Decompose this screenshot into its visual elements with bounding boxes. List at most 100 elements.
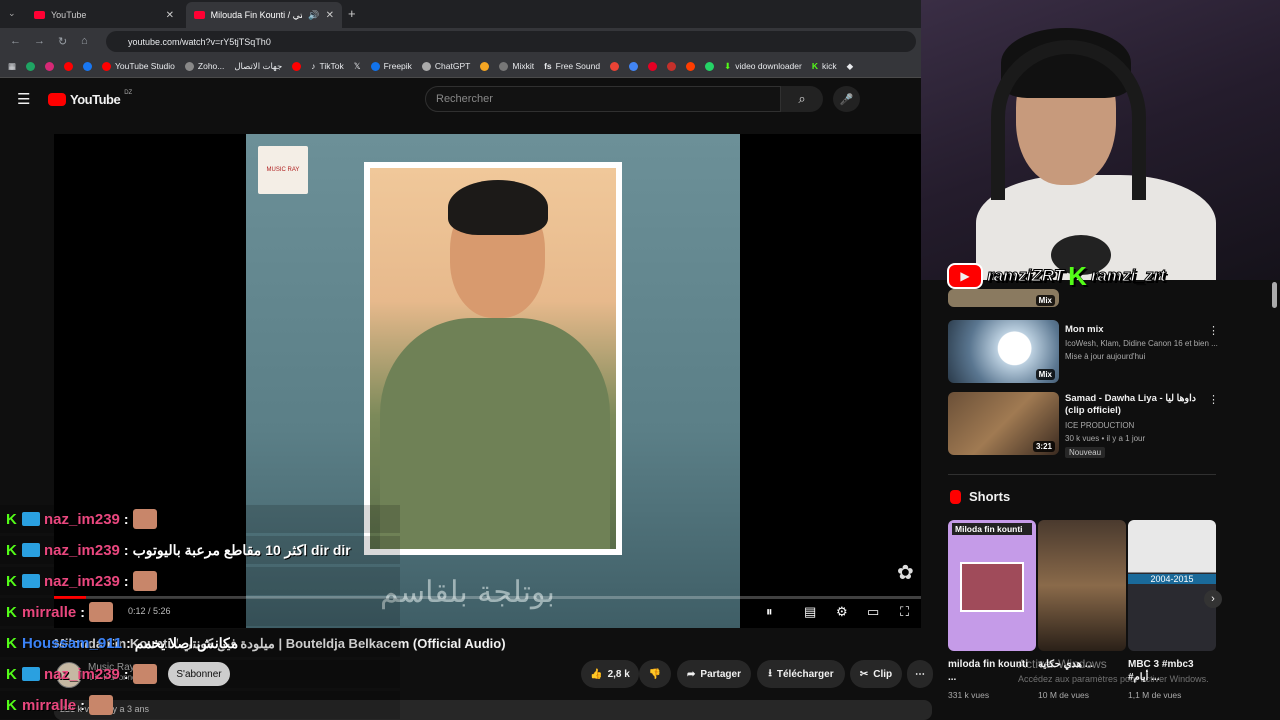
autoplay-toggle[interactable]: ⏸ [766, 604, 773, 620]
speaker-icon[interactable]: 🔊 [308, 10, 319, 21]
youtube-favicon-icon [194, 11, 205, 19]
bookmark-icon[interactable] [705, 61, 715, 71]
chat-message: K Houssam_911 : مكانش اصلا يخمم [0, 629, 400, 657]
youtube-logo[interactable]: YouTube DZ [48, 90, 132, 107]
chat-message: Kmirralle : [0, 691, 400, 719]
home-icon[interactable]: ⌂ [81, 35, 88, 47]
search-input[interactable]: Rechercher [425, 86, 781, 112]
menu-icon[interactable]: ☰ [17, 90, 30, 108]
kick-badge-icon: K [6, 665, 17, 683]
search-button[interactable]: ⌕ [781, 86, 823, 112]
recommendation-thumbnail[interactable]: Mix [948, 289, 1059, 307]
short-thumbnail[interactable]: Miloda fin kounti [948, 520, 1036, 651]
subtitles-icon[interactable]: ▤ [804, 604, 816, 620]
bookmark-zoho[interactable]: Zoho... [184, 61, 224, 71]
youtube-icon[interactable] [64, 61, 74, 71]
chat-badge-icon [22, 543, 40, 557]
tab-label: Milouda Fin Kounti / ميلودة فين كونتي [210, 9, 303, 20]
facebook-icon[interactable] [83, 61, 93, 71]
like-button[interactable]: 👍 2,8 k [581, 660, 639, 688]
bookmark-contacts[interactable]: جهات الاتصال [234, 61, 282, 72]
chat-message: Knaz_im239 : [0, 505, 400, 533]
webcam-overlay [921, 0, 1280, 280]
chat-badge-icon [22, 574, 40, 588]
chat-badge-icon [22, 512, 40, 526]
bookmark-freepik[interactable]: Freepik [370, 61, 412, 71]
scrollbar[interactable] [1272, 282, 1277, 308]
pinterest-icon[interactable] [648, 61, 658, 71]
share-icon: ➦ [687, 668, 696, 680]
chat-username: naz_im239 [44, 665, 120, 683]
bookmark-icon[interactable]: ◆ [847, 61, 854, 72]
next-arrow-icon[interactable]: › [1204, 590, 1222, 608]
theater-mode-icon[interactable]: ▭ [867, 604, 879, 620]
rec-title[interactable]: Samad - Dawha Liya - داوها ليا (clip off… [1065, 393, 1215, 417]
more-icon[interactable]: ⋮ [1208, 324, 1219, 337]
short-views: 10 M de vues [1038, 690, 1090, 700]
youtube-handle: ramziZRT [986, 266, 1065, 286]
x-icon[interactable]: 𝕏 [354, 61, 361, 72]
more-icon[interactable]: ⋮ [1208, 393, 1219, 406]
kick-badge-icon: K [6, 541, 17, 559]
apps-icon[interactable]: ▦ [8, 61, 16, 72]
forward-icon[interactable]: → [34, 35, 45, 47]
settings-gear-icon[interactable]: ⚙ [836, 604, 848, 620]
rec-meta: Mise à jour aujourd'hui [1065, 352, 1146, 361]
rec-title[interactable]: Mon mix [1065, 324, 1215, 336]
address-bar[interactable]: youtube.com/watch?v=rY5tjTSqTh0 [106, 31, 916, 52]
mix-thumbnail[interactable]: Mix [948, 320, 1059, 383]
clip-button[interactable]: ✂ Clip [850, 660, 902, 688]
tab-video[interactable]: Milouda Fin Kounti / ميلودة فين كونتي 🔊 … [186, 2, 342, 28]
instagram-icon[interactable] [45, 61, 55, 71]
kick-badge-icon: K [6, 603, 17, 621]
chat-username: mirralle [22, 696, 77, 714]
share-button[interactable]: ➦ Partager [677, 660, 751, 688]
chat-text: اكثر 10 مقاطع مرعبة باليوتوب dir dir [132, 541, 351, 558]
short-thumbnail[interactable] [1038, 520, 1126, 651]
channel-watermark-icon[interactable]: ✿ [897, 560, 914, 585]
new-badge: Nouveau [1065, 447, 1106, 458]
back-icon[interactable]: ← [10, 35, 21, 47]
bookmark-video-downloader[interactable]: ⬇ video downloader [724, 61, 802, 72]
video-thumbnail[interactable]: 3:21 [948, 392, 1059, 455]
tab-youtube[interactable]: YouTube ✕ [26, 2, 182, 28]
chat-username: mirralle [22, 603, 77, 621]
bookmark-chatgpt[interactable]: ChatGPT [421, 61, 470, 71]
chat-emote-icon [132, 664, 157, 684]
bookmark-icon[interactable] [686, 61, 696, 71]
download-button[interactable]: ⭳ Télécharger [757, 660, 845, 688]
fullscreen-icon[interactable]: ⛶ [900, 604, 909, 620]
bookmark-tiktok[interactable]: ♪ TikTok [311, 61, 344, 71]
kick-badge-icon: K [6, 696, 17, 714]
bookmark-icon[interactable] [667, 61, 677, 71]
singer-photo [364, 162, 622, 555]
bookmark-kick[interactable]: Kkick [812, 61, 837, 71]
youtube-icon[interactable] [292, 61, 302, 71]
mic-icon: 🎤 [839, 93, 854, 106]
search-icon: ⌕ [798, 91, 806, 106]
reload-icon[interactable]: ↻ [58, 35, 67, 48]
bookmark-icon[interactable] [26, 61, 36, 71]
more-icon: ⋯ [915, 668, 925, 680]
bookmark-mixkit[interactable]: Mixkit [499, 61, 534, 71]
dislike-button[interactable]: 👎 [639, 660, 671, 688]
bookmark-freesound[interactable]: fs Free Sound [544, 61, 600, 71]
short-thumbnail[interactable]: 2004-2015 [1128, 520, 1216, 651]
address-row: ← → ↻ ⌂ youtube.com/watch?v=rY5tjTSqTh0 [0, 28, 921, 55]
tab-label: YouTube [51, 10, 87, 20]
close-icon[interactable]: ✕ [326, 10, 334, 21]
youtube-favicon-icon [34, 11, 45, 19]
bookmark-youtube-studio[interactable]: YouTube Studio [102, 61, 175, 71]
mic-button[interactable]: 🎤 [833, 86, 860, 112]
youtube-logo-icon [48, 93, 66, 106]
new-tab-button[interactable]: + [348, 6, 356, 21]
bookmark-icon[interactable] [629, 61, 639, 71]
gmail-icon[interactable] [610, 61, 620, 71]
chat-badge-icon [22, 667, 40, 681]
bookmark-icon[interactable] [480, 61, 490, 71]
tab-search-icon[interactable]: ⌄ [8, 8, 16, 19]
kick-badge-icon: K [6, 634, 17, 652]
close-icon[interactable]: ✕ [166, 10, 174, 21]
more-actions-button[interactable]: ⋯ [907, 660, 933, 688]
short-views: 1,1 M de vues [1128, 690, 1182, 700]
